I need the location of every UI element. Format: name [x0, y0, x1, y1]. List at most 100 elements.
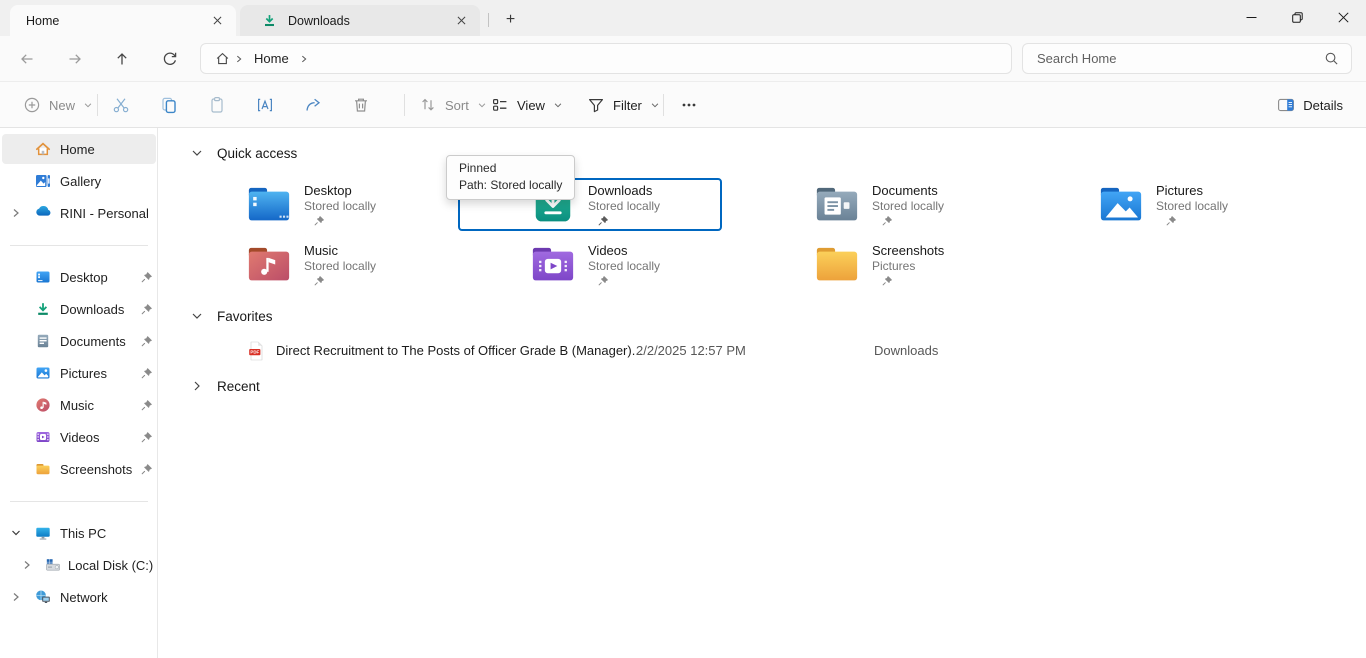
rename-button[interactable] — [247, 89, 283, 121]
tile-subtitle: Stored locally — [304, 259, 376, 274]
file-explorer-window: Home Downloads + — [0, 0, 1366, 658]
share-icon — [304, 96, 322, 114]
chevron-down-icon — [83, 100, 93, 110]
chevron-right-icon[interactable] — [299, 54, 309, 64]
search-icon[interactable] — [1324, 51, 1339, 66]
share-button[interactable] — [295, 89, 331, 121]
network-icon — [35, 589, 51, 605]
chevron-down-icon[interactable] — [191, 310, 203, 322]
sidebar-divider — [10, 501, 148, 502]
pin-icon — [882, 275, 893, 286]
new-button-label: New — [49, 98, 75, 113]
sidebar-item-videos[interactable]: Videos — [2, 422, 156, 452]
back-button[interactable] — [12, 44, 42, 74]
quick-access-tile-screenshots[interactable]: Screenshots Pictures — [742, 238, 1006, 291]
quick-access-tile-music[interactable]: Music Stored locally — [174, 238, 438, 291]
chevron-down-icon[interactable] — [10, 527, 22, 539]
filter-icon — [587, 96, 605, 114]
details-button[interactable]: Details — [1268, 89, 1352, 121]
filter-button[interactable]: Filter — [578, 89, 669, 121]
sidebar-item-downloads[interactable]: Downloads — [2, 294, 156, 324]
sidebar-item-this-pc[interactable]: This PC — [2, 518, 156, 548]
pin-icon — [1166, 215, 1177, 226]
file-name: Direct Recruitment to The Posts of Offic… — [276, 343, 643, 358]
chevron-right-icon[interactable] — [191, 380, 203, 392]
pdf-icon: PDF — [248, 341, 264, 361]
toolbar-separator — [663, 94, 664, 116]
chevron-right-icon[interactable] — [10, 591, 22, 603]
navigation-bar: Home — [0, 36, 1366, 81]
items-view: Quick access Desktop Stored locally Down… — [158, 128, 1366, 658]
sidebar-item-music[interactable]: Music — [2, 390, 156, 420]
chevron-down-icon — [650, 100, 660, 110]
tab-home[interactable]: Home — [10, 5, 236, 36]
sidebar-item-onedrive[interactable]: RINI - Personal — [2, 198, 156, 228]
breadcrumb-item-home[interactable]: Home — [248, 51, 295, 66]
home-icon[interactable] — [215, 51, 230, 66]
delete-button[interactable] — [343, 89, 379, 121]
chevron-right-icon[interactable] — [21, 559, 33, 571]
refresh-button[interactable] — [155, 44, 185, 74]
documents-folder-icon — [814, 184, 860, 225]
address-bar[interactable]: Home — [200, 43, 1012, 74]
new-tab-button[interactable]: + — [497, 7, 524, 33]
pin-icon — [598, 215, 609, 226]
filter-button-label: Filter — [613, 98, 642, 113]
paste-button[interactable] — [199, 89, 235, 121]
tooltip-line-2: Path: Stored locally — [459, 177, 562, 194]
favorites-file-row[interactable]: PDF Direct Recruitment to The Posts of O… — [158, 337, 1258, 365]
sidebar-item-gallery[interactable]: Gallery — [2, 166, 156, 196]
sidebar-item-documents[interactable]: Documents — [2, 326, 156, 356]
search-box[interactable] — [1022, 43, 1352, 74]
copy-button[interactable] — [151, 89, 187, 121]
sidebar-item-label: Music — [60, 398, 94, 413]
chevron-right-icon[interactable] — [10, 207, 22, 219]
section-header-quick-access[interactable]: Quick access — [191, 144, 297, 162]
sort-button-label: Sort — [445, 98, 469, 113]
close-icon[interactable] — [208, 12, 226, 30]
more-options-icon — [680, 96, 698, 114]
up-button[interactable] — [107, 44, 137, 74]
sidebar-item-home[interactable]: Home — [2, 134, 156, 164]
pin-icon — [598, 275, 609, 286]
quick-access-tile-desktop[interactable]: Desktop Stored locally — [174, 178, 438, 231]
folder-icon — [35, 461, 51, 477]
download-icon — [262, 13, 277, 28]
new-button[interactable]: New — [14, 89, 102, 121]
command-bar: New Sort View — [0, 81, 1366, 128]
minimize-button[interactable] — [1228, 0, 1274, 35]
cut-button[interactable] — [103, 89, 139, 121]
chevron-down-icon[interactable] — [191, 147, 203, 159]
quick-access-tile-documents[interactable]: Documents Stored locally — [742, 178, 1006, 231]
pin-icon — [141, 431, 153, 443]
more-options-button[interactable] — [671, 89, 707, 121]
sidebar-item-label: This PC — [60, 526, 106, 541]
details-button-label: Details — [1303, 98, 1343, 113]
restore-icon — [1292, 12, 1303, 23]
desktop-icon — [35, 269, 51, 285]
sidebar-item-pictures[interactable]: Pictures — [2, 358, 156, 388]
section-header-favorites[interactable]: Favorites — [191, 307, 273, 325]
search-input[interactable] — [1023, 51, 1324, 66]
close-icon[interactable] — [452, 12, 470, 30]
sidebar-item-label: RINI - Personal — [60, 206, 149, 221]
tooltip-line-1: Pinned — [459, 160, 562, 177]
close-button[interactable] — [1320, 0, 1366, 35]
quick-access-tile-videos[interactable]: Videos Stored locally — [458, 238, 722, 291]
sidebar-item-local-disk-c[interactable]: Local Disk (C:) — [2, 550, 156, 580]
pictures-icon — [35, 365, 51, 381]
section-header-recent[interactable]: Recent — [191, 377, 260, 395]
screenshots-folder-icon — [814, 244, 860, 285]
maximize-button[interactable] — [1274, 0, 1320, 35]
sidebar-item-screenshots[interactable]: Screenshots — [2, 454, 156, 484]
tile-subtitle: Stored locally — [304, 199, 376, 214]
quick-access-tile-pictures[interactable]: Pictures Stored locally — [1026, 178, 1290, 231]
pictures-folder-icon — [1098, 184, 1144, 225]
tab-downloads[interactable]: Downloads — [240, 5, 480, 36]
view-button-label: View — [517, 98, 545, 113]
view-button[interactable]: View — [482, 89, 572, 121]
forward-button[interactable] — [60, 44, 90, 74]
sidebar-item-network[interactable]: Network — [2, 582, 156, 612]
computer-icon — [35, 525, 51, 541]
sidebar-item-desktop[interactable]: Desktop — [2, 262, 156, 292]
